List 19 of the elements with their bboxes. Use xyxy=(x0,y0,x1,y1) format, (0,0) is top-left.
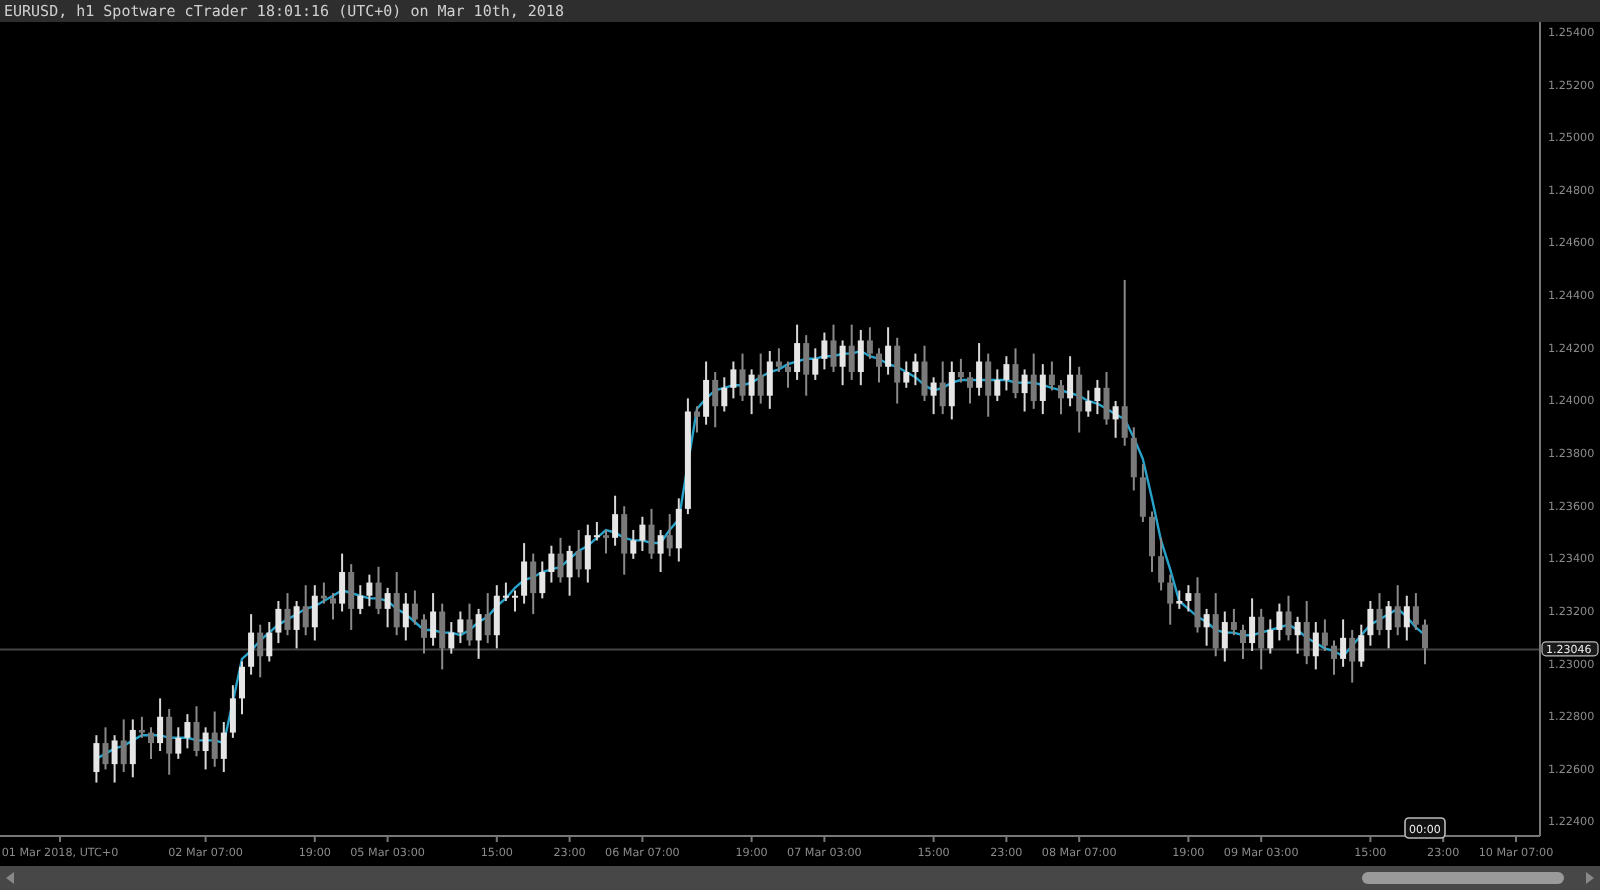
candle xyxy=(239,660,245,716)
candle xyxy=(1058,378,1064,416)
candle xyxy=(876,347,882,384)
candle xyxy=(1240,623,1246,660)
scroll-left-icon[interactable] xyxy=(6,872,14,884)
candle xyxy=(785,360,791,389)
candle xyxy=(967,371,973,405)
candle xyxy=(1331,639,1337,676)
candle xyxy=(1422,618,1428,666)
candle xyxy=(603,528,609,555)
candle xyxy=(694,405,700,434)
candle xyxy=(421,613,427,655)
scroll-right-icon[interactable] xyxy=(1586,872,1594,884)
candle xyxy=(330,592,336,621)
candle xyxy=(512,589,518,613)
scroll-bar[interactable] xyxy=(0,866,1600,890)
scroll-thumb[interactable] xyxy=(1361,872,1565,884)
candle xyxy=(148,726,154,760)
candle xyxy=(1149,510,1155,574)
